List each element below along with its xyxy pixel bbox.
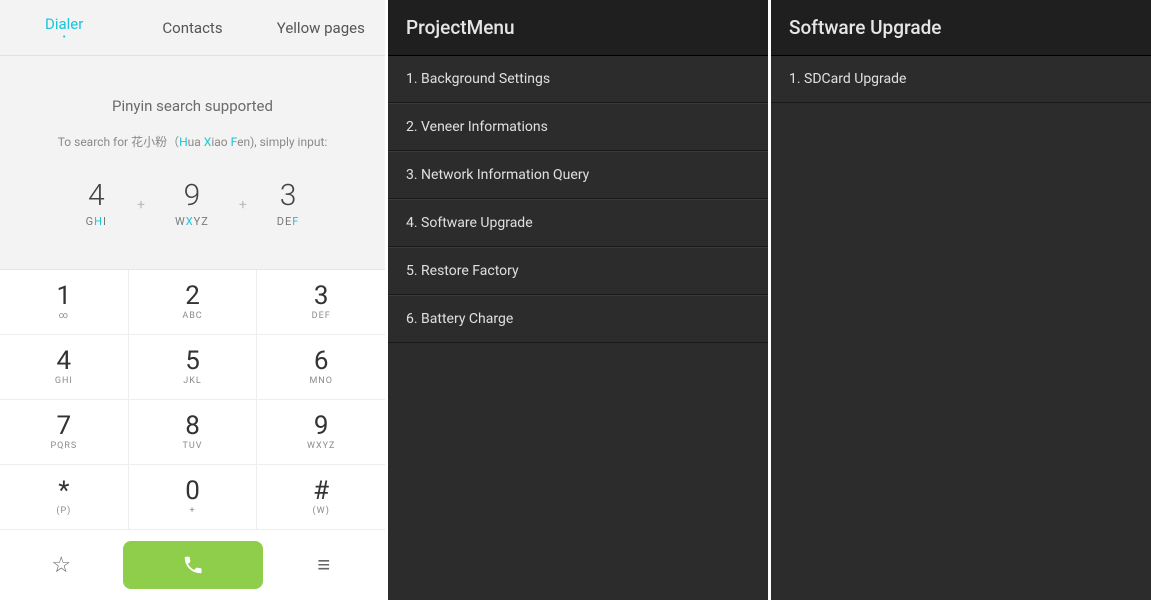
menu-button[interactable]: ≡ xyxy=(263,552,386,578)
key-0[interactable]: 0+ xyxy=(129,465,258,530)
menu-item-restore-factory[interactable]: 5. Restore Factory xyxy=(388,247,768,295)
tab-contacts[interactable]: Contacts xyxy=(128,19,256,37)
software-upgrade-panel: Software Upgrade 1. SDCard Upgrade xyxy=(771,0,1151,600)
key-4[interactable]: 4GHI xyxy=(0,335,129,400)
menu-item-software-upgrade[interactable]: 4. Software Upgrade xyxy=(388,199,768,247)
project-menu-panel: ProjectMenu 1. Background Settings 2. Ve… xyxy=(388,0,768,600)
software-upgrade-title: Software Upgrade xyxy=(771,0,1151,56)
action-row: ☆ ≡ xyxy=(0,530,385,600)
pinyin-example: 4 GHI + 9 WXYZ + 3 DEF xyxy=(86,178,300,228)
menu-item-network-information-query[interactable]: 3. Network Information Query xyxy=(388,151,768,199)
example-cell: 3 DEF xyxy=(277,178,300,228)
menu-icon: ≡ xyxy=(317,552,330,578)
keypad: 1∞ 2ABC 3DEF 4GHI 5JKL 6MNO 7PQRS 8TUV 9… xyxy=(0,269,385,530)
empty-area xyxy=(771,103,1151,600)
pinyin-title: Pinyin search supported xyxy=(112,97,273,115)
key-8[interactable]: 8TUV xyxy=(129,400,258,465)
menu-item-sdcard-upgrade[interactable]: 1. SDCard Upgrade xyxy=(771,56,1151,103)
software-upgrade-list: 1. SDCard Upgrade xyxy=(771,56,1151,103)
example-cell: 9 WXYZ xyxy=(175,178,209,228)
project-menu-list: 1. Background Settings 2. Veneer Informa… xyxy=(388,56,768,343)
pinyin-info: Pinyin search supported To search for 花小… xyxy=(0,56,385,269)
menu-item-veneer-informations[interactable]: 2. Veneer Informations xyxy=(388,103,768,151)
dialer-panel: Dialer Contacts Yellow pages Pinyin sear… xyxy=(0,0,385,600)
star-icon: ☆ xyxy=(51,553,71,578)
key-hash[interactable]: #(W) xyxy=(257,465,385,530)
phone-icon xyxy=(182,554,204,576)
plus-icon: + xyxy=(239,193,247,213)
tab-bar: Dialer Contacts Yellow pages xyxy=(0,0,385,56)
empty-area xyxy=(388,343,768,600)
key-6[interactable]: 6MNO xyxy=(257,335,385,400)
tab-dialer[interactable]: Dialer xyxy=(0,15,128,40)
key-star[interactable]: *(P) xyxy=(0,465,129,530)
project-menu-title: ProjectMenu xyxy=(388,0,768,56)
key-9[interactable]: 9WXYZ xyxy=(257,400,385,465)
key-3[interactable]: 3DEF xyxy=(257,270,385,335)
key-5[interactable]: 5JKL xyxy=(129,335,258,400)
key-7[interactable]: 7PQRS xyxy=(0,400,129,465)
tab-yellow-pages[interactable]: Yellow pages xyxy=(257,19,385,37)
pinyin-subtitle: To search for 花小粉（Hua Xiao Fen), simply … xyxy=(58,133,328,150)
example-cell: 4 GHI xyxy=(86,178,107,228)
plus-icon: + xyxy=(137,193,145,213)
menu-item-battery-charge[interactable]: 6. Battery Charge xyxy=(388,295,768,343)
favorites-button[interactable]: ☆ xyxy=(0,553,123,578)
call-button[interactable] xyxy=(123,541,263,589)
key-2[interactable]: 2ABC xyxy=(129,270,258,335)
menu-item-background-settings[interactable]: 1. Background Settings xyxy=(388,56,768,103)
key-1[interactable]: 1∞ xyxy=(0,270,129,335)
